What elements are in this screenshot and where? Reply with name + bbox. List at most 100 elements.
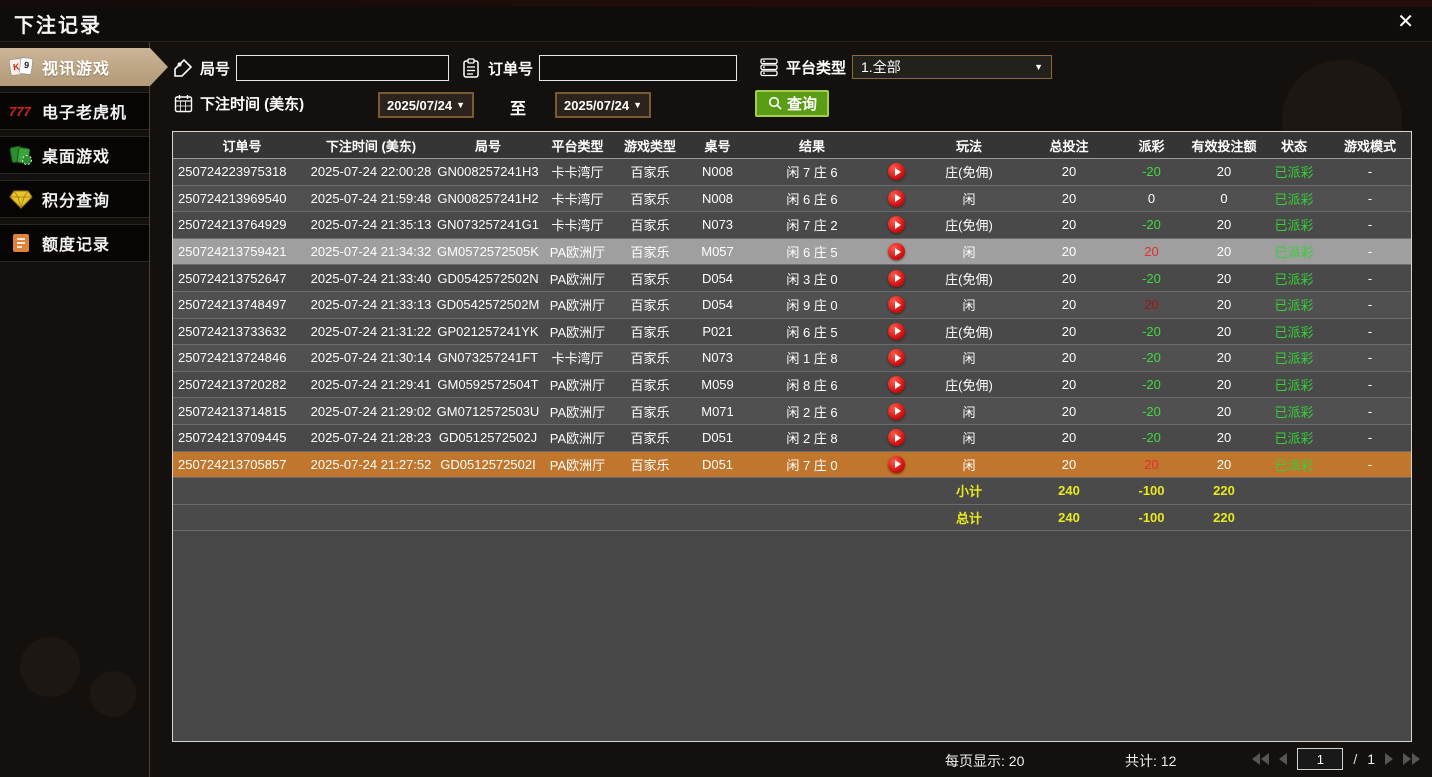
column-header-11: 有效投注额 [1191, 138, 1257, 154]
payout: 0 [1147, 190, 1156, 206]
play-type: 闲 [962, 404, 976, 420]
table-row[interactable]: 250724213733632 2025-07-24 21:31:22 GP0212… [173, 318, 1411, 346]
status: 已派彩 [1274, 431, 1314, 447]
chevron-down-icon: ▼ [633, 100, 642, 110]
date-from-picker[interactable]: 2025/07/24 ▼ [378, 92, 474, 118]
game-type: 百家乐 [630, 271, 670, 287]
first-page-icon[interactable] [1252, 753, 1270, 765]
platform-select[interactable]: 1.全部 ▼ [852, 55, 1053, 79]
chevron-down-icon: ▼ [456, 100, 465, 110]
column-header-4: 游戏类型 [623, 138, 676, 154]
table-row[interactable]: 250724213752647 2025-07-24 21:33:40 GD0542… [173, 265, 1411, 292]
game-mode: - [1367, 190, 1373, 206]
play-cell [879, 163, 914, 181]
table-row[interactable]: 250724213720282 2025-07-24 21:29:41 GM0592… [173, 371, 1411, 399]
table-number: D054 [701, 270, 734, 286]
platform: 卡卡湾厅 [551, 351, 604, 367]
page-separator: / [1353, 751, 1358, 767]
table-row[interactable]: 250724213724846 2025-07-24 21:30:14 GN0732… [173, 345, 1411, 372]
replay-play-icon[interactable] [888, 322, 905, 340]
sidebar-item-label: 电子老虎机 [42, 105, 128, 122]
replay-play-icon[interactable] [888, 269, 905, 287]
round-filter-label: 局号 [200, 60, 231, 78]
round-number: GN073257241FT [437, 350, 539, 366]
close-icon[interactable]: ✕ [1397, 12, 1414, 32]
query-button-label: 查询 [787, 96, 818, 113]
svg-text:777: 777 [9, 104, 31, 119]
round-input[interactable] [236, 55, 450, 81]
replay-play-icon[interactable] [888, 243, 905, 261]
game-type: 百家乐 [630, 431, 670, 447]
bet-time: 2025-07-24 21:29:41 [310, 377, 432, 393]
prev-page-icon[interactable] [1279, 753, 1288, 765]
round-number: GD0542572502N [437, 270, 539, 286]
play-type: 闲 [962, 191, 976, 207]
status: 已派彩 [1274, 245, 1314, 261]
result: 闲 2 庄 8 [786, 431, 838, 447]
per-page-label: 每页显示: 20 [945, 753, 1025, 769]
result: 闲 7 庄 6 [786, 165, 838, 181]
column-header-10: 派彩 [1138, 138, 1165, 154]
date-to-picker[interactable]: 2025/07/24 ▼ [555, 92, 651, 118]
sidebar-item-label: 视讯游戏 [42, 61, 111, 78]
result: 闲 9 庄 0 [786, 298, 838, 314]
page-input[interactable] [1297, 748, 1344, 770]
table-row[interactable]: 250724213969540 2025-07-24 21:59:48 GN0082… [173, 185, 1411, 213]
result: 闲 7 庄 2 [786, 218, 838, 234]
table-number: N073 [701, 217, 734, 233]
status: 已派彩 [1274, 457, 1314, 473]
replay-play-icon[interactable] [888, 429, 905, 447]
result: 闲 6 庄 6 [786, 191, 838, 207]
replay-play-icon[interactable] [888, 349, 905, 367]
play-cell [879, 322, 914, 340]
total-bet: 20 [1061, 323, 1077, 339]
next-page-icon[interactable] [1385, 753, 1393, 765]
game-type: 百家乐 [630, 191, 670, 207]
result: 闲 8 庄 6 [786, 378, 838, 394]
game-type: 百家乐 [630, 298, 670, 314]
round-number: GM0572572505K [437, 244, 539, 260]
payout: -20 [1142, 164, 1161, 180]
table-row[interactable]: 250724213709445 2025-07-24 21:28:23 GD0512… [173, 424, 1411, 452]
sidebar-item-0[interactable]: K 9 视讯游戏 [0, 48, 168, 86]
sidebar-item-1[interactable]: 777 电子老虎机 [0, 92, 150, 130]
bet-time: 2025-07-24 21:29:02 [310, 403, 432, 419]
table-row[interactable]: 250724213748497 2025-07-24 21:33:13 GD0542… [173, 291, 1411, 319]
platform: 卡卡湾厅 [551, 218, 604, 234]
replay-play-icon[interactable] [888, 376, 905, 394]
replay-play-icon[interactable] [888, 216, 905, 234]
table-row[interactable]: 250724213764929 2025-07-24 21:35:13 GN0732… [173, 212, 1411, 239]
play-cell [879, 216, 914, 234]
sidebar-item-3[interactable]: 积分查询 [0, 180, 150, 218]
order-number: 250724223975318 [178, 164, 287, 180]
payout: -20 [1142, 403, 1161, 419]
modal-titlebar: 下注记录 ✕ [0, 0, 1432, 42]
result: 闲 7 庄 0 [786, 457, 838, 473]
game-type: 百家乐 [630, 324, 670, 340]
last-page-icon[interactable] [1403, 753, 1420, 765]
bet-time-filter: 下注时间 (美东) [172, 92, 304, 114]
result: 闲 2 庄 6 [786, 404, 838, 420]
table-row[interactable]: 250724213705857 2025-07-24 21:27:52 GD0512… [173, 451, 1411, 479]
sidebar-item-2[interactable]: 桌面游戏 [0, 136, 150, 174]
replay-play-icon[interactable] [888, 163, 905, 181]
play-cell [879, 429, 914, 447]
query-button[interactable]: 查询 [755, 90, 830, 117]
replay-play-icon[interactable] [888, 296, 905, 314]
bet-time: 2025-07-24 21:33:40 [310, 270, 432, 286]
replay-play-icon[interactable] [888, 455, 905, 473]
replay-play-icon[interactable] [888, 189, 905, 207]
order-input[interactable] [539, 55, 738, 81]
table-row[interactable]: 250724213759421 2025-07-24 21:34:32 GM0572… [173, 238, 1411, 266]
server-stack-icon [758, 56, 780, 78]
status: 已派彩 [1274, 378, 1314, 394]
result: 闲 6 庄 5 [786, 245, 838, 261]
column-header-3: 平台类型 [551, 138, 604, 154]
table-row[interactable]: 250724213714815 2025-07-24 21:29:02 GM0712… [173, 398, 1411, 425]
replay-play-icon[interactable] [888, 402, 905, 420]
round-number: GN008257241H2 [437, 190, 539, 206]
sidebar-item-4[interactable]: 额度记录 [0, 224, 150, 262]
total-count-label: 共计: 12 [1125, 753, 1177, 769]
table-row[interactable]: 250724223975318 2025-07-24 22:00:28 GN0082… [173, 159, 1411, 186]
game-mode: - [1367, 297, 1373, 313]
